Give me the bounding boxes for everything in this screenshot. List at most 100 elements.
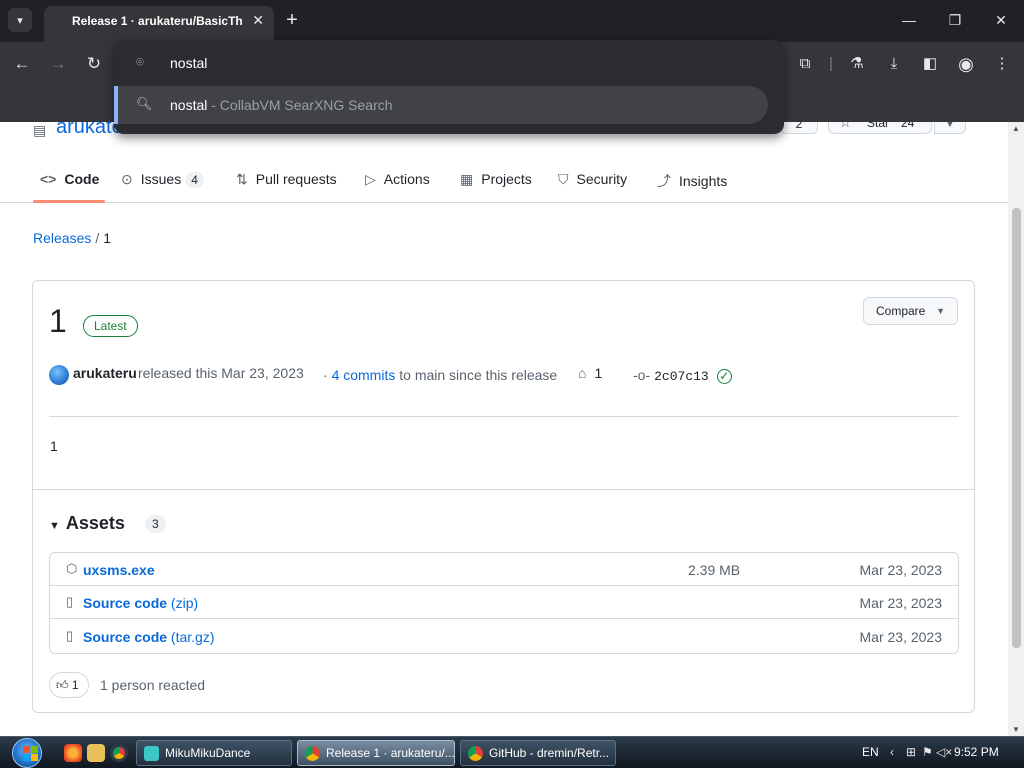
windows-logo-icon	[12, 738, 42, 768]
released-date-text: released this Mar 23, 2023	[138, 365, 304, 381]
page-scrollbar[interactable]: ▲ ▼	[1008, 122, 1024, 736]
issue-icon: ⊙	[121, 171, 133, 187]
tag-link[interactable]: ⌂ 1	[578, 365, 602, 381]
table-icon: ▦	[460, 171, 474, 187]
tab-security-label: Security	[576, 171, 628, 187]
arrow-right-icon[interactable]: →	[44, 52, 72, 76]
asset-name: uxsms.exe	[83, 562, 155, 578]
taskbar-app-label: Release 1 · arukateru/...	[326, 746, 455, 760]
tab-projects[interactable]: ▦ Projects	[460, 171, 532, 188]
clock[interactable]: 9:52 PM	[954, 745, 999, 759]
address-bar-input[interactable]	[170, 53, 570, 73]
taskbar-app[interactable]: GitHub - dremin/Retr...	[460, 740, 616, 766]
start-button[interactable]	[8, 737, 48, 768]
avatar[interactable]	[49, 365, 69, 385]
asset-size: 2.39 MB	[688, 562, 741, 578]
assets-list: ⬡ uxsms.exe 2.39 MB Mar 23, 2023 ▯ Sourc…	[49, 552, 959, 654]
asset-link[interactable]: Source code (tar.gz)	[83, 629, 215, 645]
puzzle-icon[interactable]: ⧉	[792, 52, 818, 76]
arrow-left-icon[interactable]: ←	[8, 52, 36, 76]
tab-actions[interactable]: ▷ Actions	[365, 171, 430, 188]
asset-suffix: (zip)	[167, 595, 199, 611]
tab-security[interactable]: ⛉ Security	[558, 171, 627, 188]
tab-code[interactable]: <> Code	[40, 171, 99, 187]
package-icon: ⬡	[66, 561, 78, 576]
shield-icon: ⛉	[558, 171, 569, 187]
volume-muted-icon[interactable]: ◁×	[936, 745, 952, 759]
reaction-summary: 1 person reacted	[100, 677, 206, 693]
minimize-icon[interactable]: —	[894, 8, 924, 32]
thumbs-up-icon: 👍︎	[56, 678, 69, 692]
kebab-menu-icon[interactable]: ⋮	[989, 52, 1015, 76]
toolbar-divider: |	[829, 55, 833, 72]
folder-icon[interactable]	[87, 744, 105, 762]
triangle-down-icon: ▼	[49, 520, 60, 532]
asset-date: Mar 23, 2023	[859, 595, 943, 611]
asset-name: Source code	[83, 629, 168, 645]
reload-icon[interactable]: ↻	[80, 52, 108, 76]
tag-icon: ⌂	[578, 365, 587, 381]
divider	[49, 416, 959, 417]
star-button[interactable]: ☆ Star 24	[828, 122, 932, 134]
file-zip-icon: ▯	[66, 594, 74, 609]
scroll-down-icon[interactable]: ▼	[1012, 725, 1020, 734]
chevron-left-icon[interactable]: ‹	[890, 745, 894, 759]
side-panel-icon[interactable]: ◧	[917, 52, 943, 76]
browser-tab-active[interactable]: Release 1 · arukateru/BasicTheme ✕	[44, 6, 274, 42]
commits-suffix: to main since this release	[395, 367, 558, 383]
browser-titlebar: ▾ Release 1 · arukateru/BasicTheme ✕ + —…	[0, 0, 1024, 42]
fork-count[interactable]: 2	[780, 122, 818, 134]
language-indicator[interactable]: EN	[862, 745, 879, 759]
taskbar-app-label: GitHub - dremin/Retr...	[489, 746, 610, 760]
suggestion-query: nostal	[170, 97, 208, 113]
search-engine-icon: ⌾	[136, 54, 144, 69]
author-link[interactable]: arukateru	[73, 365, 137, 381]
taskbar-app[interactable]: MikuMikuDance	[136, 740, 292, 766]
commit-sha: 2c07c13	[654, 369, 709, 384]
close-icon[interactable]: ✕	[252, 12, 264, 29]
breadcrumb-current: 1	[103, 230, 112, 246]
chevron-down-icon[interactable]: ▾	[8, 8, 32, 32]
network-icon[interactable]: ⊞	[906, 745, 916, 759]
asset-date: Mar 23, 2023	[859, 629, 943, 645]
firefox-icon[interactable]	[64, 744, 82, 762]
suggestion-provider: - CollabVM SearXNG Search	[207, 97, 393, 113]
tab-insights[interactable]: ⤴ Insights	[657, 171, 727, 191]
compare-button[interactable]: Compare ▼	[863, 297, 958, 325]
plus-icon[interactable]: +	[282, 8, 302, 32]
chrome-icon[interactable]	[110, 744, 128, 762]
thumbs-up-reaction[interactable]: 👍︎ 1	[49, 672, 89, 698]
tab-pull-requests[interactable]: ⇅ Pull requests	[236, 171, 337, 188]
window-close-icon[interactable]: ✕	[986, 8, 1016, 32]
tag-name: 1	[594, 365, 603, 381]
restore-icon[interactable]: ❐	[940, 8, 970, 32]
file-zip-icon: ▯	[66, 628, 74, 643]
commits-link[interactable]: 4 commits	[332, 367, 396, 383]
tab-insights-label: Insights	[679, 173, 728, 189]
check-circle-icon: ✓	[716, 369, 732, 384]
flag-icon[interactable]: ⚑	[922, 745, 933, 759]
scroll-up-icon[interactable]: ▲	[1012, 124, 1020, 133]
assets-heading: Assets	[65, 513, 125, 533]
tab-issues[interactable]: ⊙ Issues 4	[121, 171, 204, 188]
code-icon: <>	[40, 171, 57, 187]
reaction-count: 1	[71, 678, 79, 692]
asset-link[interactable]: uxsms.exe	[83, 562, 155, 578]
breadcrumb-releases-link[interactable]: Releases	[33, 230, 91, 246]
download-icon[interactable]: ⤓	[881, 52, 907, 76]
tab-title: Release 1 · arukateru/BasicTheme	[72, 14, 242, 28]
star-dropdown-chevron-icon[interactable]: ▼	[934, 122, 966, 134]
assets-toggle[interactable]: ▼ Assets	[49, 513, 125, 534]
profile-icon[interactable]: ◉	[953, 52, 979, 76]
taskbar-app-active[interactable]: Release 1 · arukateru/...	[297, 740, 455, 766]
scrollbar-thumb[interactable]	[1012, 208, 1021, 648]
repo-nav: <> Code ⊙ Issues 4 ⇅ Pull requests ▷ Actions …	[0, 158, 1008, 203]
breadcrumb: Releases/1	[33, 230, 111, 246]
commit-link[interactable]: -o- 2c07c13 ✓	[633, 367, 732, 384]
tab-projects-label: Projects	[481, 171, 532, 187]
play-icon: ▷	[365, 171, 376, 187]
breadcrumb-separator: /	[95, 230, 100, 246]
omnibox-suggestion[interactable]: 🔍︎ nostal - CollabVM SearXNG Search	[114, 86, 768, 124]
asset-link[interactable]: Source code (zip)	[83, 595, 198, 611]
flask-icon[interactable]: ⚗	[844, 52, 870, 76]
